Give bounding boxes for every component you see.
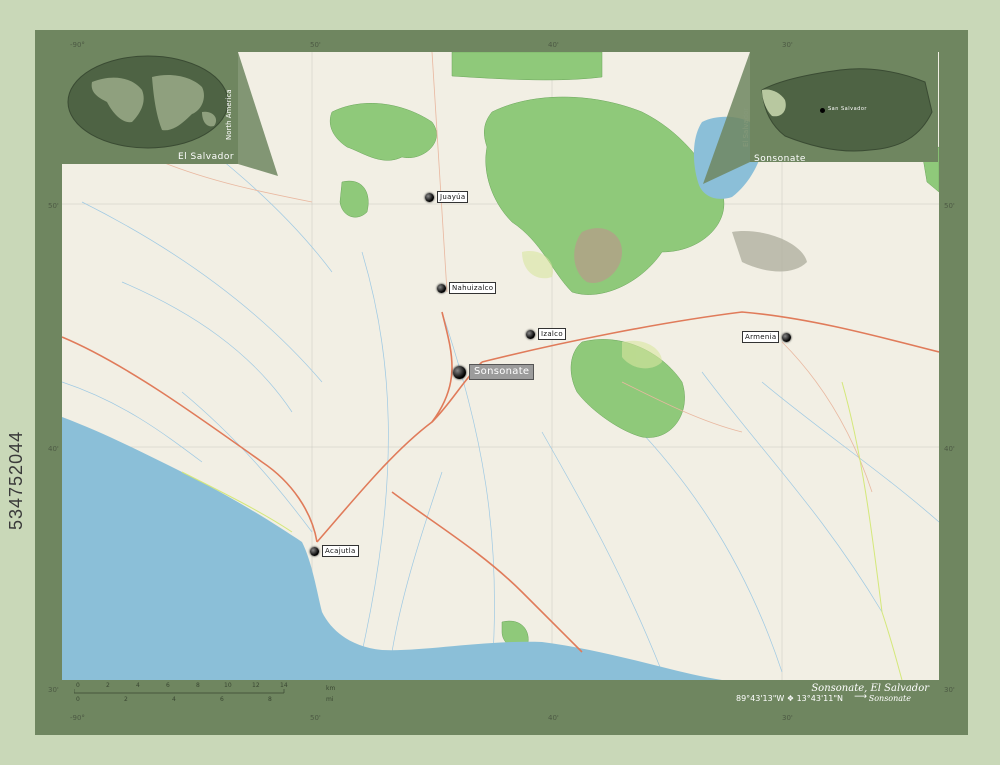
scale-mi-tick: 0 xyxy=(76,696,80,703)
graticule-label: 30' xyxy=(782,41,793,49)
city-label: Armenia xyxy=(742,331,780,343)
scale-km-tick: 12 xyxy=(252,682,260,689)
graticule-label: 30' xyxy=(48,686,59,694)
capital-dot xyxy=(453,365,466,379)
scale-km-tick: 0 xyxy=(76,682,80,689)
city-label: Nahuizalco xyxy=(449,282,497,294)
graticule-label: 40' xyxy=(48,445,59,453)
graticule-label: 50' xyxy=(310,41,321,49)
city-marker-izalco[interactable]: Izalco xyxy=(526,328,566,340)
city-dot xyxy=(310,546,319,556)
scale-km-tick: 4 xyxy=(136,682,140,689)
country-inset-label: Sonsonate xyxy=(754,154,806,164)
graticule-label: 50' xyxy=(48,202,59,210)
country-region-label: El Salvador xyxy=(742,107,750,147)
graticule-label: 40' xyxy=(548,41,559,49)
world-region-label: North America xyxy=(225,89,233,140)
scale-mi-tick: 4 xyxy=(172,696,176,703)
scale-km-tick: 2 xyxy=(106,682,110,689)
capital-marker xyxy=(820,108,825,113)
map-footer: 0 2 4 6 8 10 12 14 km 0 2 4 6 8 mi Sonso… xyxy=(62,680,939,708)
city-marker-juayua[interactable]: Juayúa xyxy=(425,191,469,203)
graticule-label: 40' xyxy=(548,714,559,722)
city-dot xyxy=(425,192,434,202)
city-label: Izalco xyxy=(538,328,566,340)
capital-label: San Salvador xyxy=(828,106,867,112)
map-coordinates: 89°43'13"W ❖ 13°43'11"N xyxy=(736,694,843,703)
arrow-icon: ⟶ xyxy=(854,692,867,702)
scale-km-tick: 14 xyxy=(280,682,288,689)
map-title: Sonsonate, El Salvador xyxy=(811,683,929,694)
world-globe-graphic xyxy=(67,55,229,149)
scale-mi-tick: 6 xyxy=(220,696,224,703)
scale-km-label: km xyxy=(326,685,336,692)
scale-km-tick: 6 xyxy=(166,682,170,689)
scale-mi-label: mi xyxy=(326,696,334,703)
graticule-label: -90° xyxy=(70,714,85,722)
graticule-label: -90° xyxy=(70,41,85,49)
graticule-label: 40' xyxy=(944,445,955,453)
country-inset: San Salvador Sonsonate El Salvador xyxy=(742,52,938,164)
admin-unit-label: Sonsonate xyxy=(868,694,911,703)
city-dot xyxy=(782,332,792,342)
city-dot xyxy=(437,283,446,293)
graticule-label: 30' xyxy=(782,714,793,722)
watermark-id: 534752044 xyxy=(6,430,26,530)
graticule-label: 30' xyxy=(944,686,955,694)
scale-mi-tick: 8 xyxy=(268,696,272,703)
city-label: Juayúa xyxy=(437,191,469,203)
scale-km-tick: 10 xyxy=(224,682,232,689)
world-inset-label: El Salvador xyxy=(178,152,235,162)
world-inset: El Salvador North America xyxy=(62,52,238,164)
city-label-main: Sonsonate xyxy=(469,364,535,380)
graticule-label: 50' xyxy=(944,202,955,210)
city-marker-nahuizalco[interactable]: Nahuizalco xyxy=(437,282,497,294)
city-dot xyxy=(526,329,535,339)
city-marker-armenia[interactable]: Armenia xyxy=(742,331,792,343)
scale-km-tick: 8 xyxy=(196,682,200,689)
city-marker-acajutla[interactable]: Acajutla xyxy=(310,545,359,557)
graticule-label: 50' xyxy=(310,714,321,722)
city-marker-sonsonate[interactable]: Sonsonate xyxy=(453,364,535,380)
city-label: Acajutla xyxy=(322,545,359,557)
scale-mi-tick: 2 xyxy=(124,696,128,703)
